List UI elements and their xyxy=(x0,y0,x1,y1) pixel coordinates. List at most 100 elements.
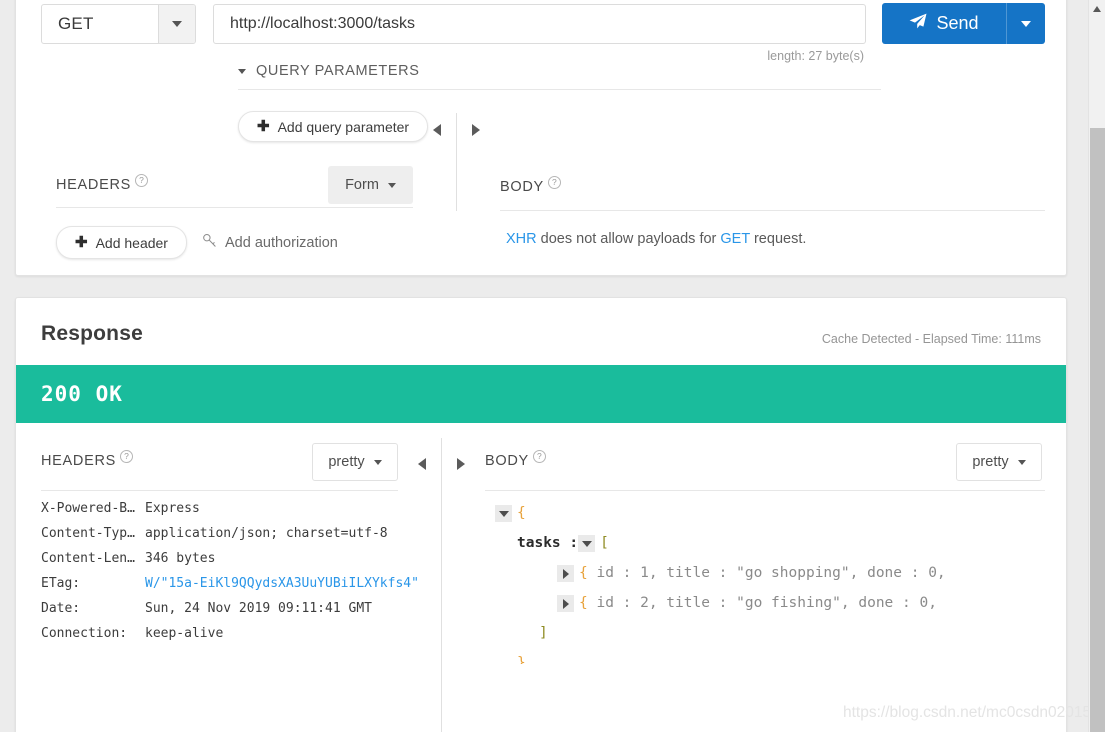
query-parameters-toggle[interactable]: QUERY PARAMETERS xyxy=(238,63,420,79)
response-header-value: Express xyxy=(145,501,200,516)
expand-triangle-icon[interactable] xyxy=(557,564,574,582)
add-authorization-label: Add authorization xyxy=(225,234,338,251)
request-panel-divider xyxy=(456,113,457,211)
json-line: } xyxy=(495,648,1043,664)
response-header-value: Sun, 24 Nov 2019 09:11:41 GMT xyxy=(145,601,372,616)
json-object-preview: id : 1, title : "go shopping", done : 0, xyxy=(587,565,946,581)
collapse-left-arrow-icon[interactable] xyxy=(433,124,441,136)
collapse-left-arrow-icon[interactable] xyxy=(418,458,426,470)
json-text: { id : 1, title : "go shopping", done : … xyxy=(579,558,946,588)
plus-icon: ✚ xyxy=(257,118,270,135)
collapse-right-arrow-icon[interactable] xyxy=(457,458,465,470)
response-panel: Response Cache Detected - Elapsed Time: … xyxy=(15,297,1067,732)
request-headers-divider xyxy=(56,207,413,208)
request-headers-view-mode-label: Form xyxy=(345,177,379,193)
url-input[interactable] xyxy=(213,3,866,44)
json-text: { id : 2, title : "go fishing", done : 0… xyxy=(579,588,937,618)
response-header-row: Content-Len… 346 bytes xyxy=(41,546,423,571)
page-scrollbar[interactable] xyxy=(1088,0,1105,732)
json-line: { id : 2, title : "go fishing", done : 0… xyxy=(495,588,1043,618)
json-brace: { xyxy=(579,595,588,611)
chevron-down-icon xyxy=(387,182,396,188)
send-button[interactable]: Send xyxy=(882,3,1006,44)
add-authorization-button[interactable]: Add authorization xyxy=(202,233,338,252)
collapse-triangle-icon[interactable] xyxy=(578,534,596,552)
help-icon[interactable]: ? xyxy=(532,450,546,463)
response-headers-view-mode-select[interactable]: pretty xyxy=(312,443,398,481)
json-line: { id : 1, title : "go shopping", done : … xyxy=(495,558,1043,588)
url-length-note: length: 27 byte(s) xyxy=(767,49,864,63)
request-headers-label: HEADERS xyxy=(56,177,131,193)
query-parameters-divider xyxy=(238,89,881,90)
help-icon[interactable]: ? xyxy=(135,174,148,187)
collapse-right-arrow-icon[interactable] xyxy=(472,124,480,136)
response-header-value[interactable]: W/"15a-EiKl9QQydsXA3UuYUBiILXYkfs4" xyxy=(145,571,423,596)
request-body-note: XHR does not allow payloads for GET requ… xyxy=(506,231,806,247)
response-body-view-mode-label: pretty xyxy=(972,454,1009,470)
collapse-triangle-icon[interactable] xyxy=(495,504,512,522)
add-header-button[interactable]: ✚ Add header xyxy=(56,226,187,259)
response-header-row: Date: Sun, 24 Nov 2019 09:11:41 GMT xyxy=(41,596,423,621)
json-key: tasks : xyxy=(517,535,579,551)
get-link[interactable]: GET xyxy=(720,231,750,247)
response-header-value: 346 bytes xyxy=(145,551,216,566)
json-text: ] xyxy=(539,625,548,641)
request-body-label: BODY xyxy=(500,179,544,195)
key-icon xyxy=(202,233,217,252)
json-line: tasks : [ xyxy=(495,528,1043,558)
json-object-preview: id : 2, title : "go fishing", done : 0, xyxy=(587,595,937,611)
json-text: [ xyxy=(600,535,609,551)
response-body-title: BODY ? xyxy=(485,450,546,469)
response-header-row: ETag: W/"15a-EiKl9QQydsXA3UuYUBiILXYkfs4" xyxy=(41,571,423,596)
response-body-view-mode-select[interactable]: pretty xyxy=(956,443,1042,481)
response-header-key: Content-Len… xyxy=(41,551,135,566)
response-headers-divider xyxy=(41,490,398,491)
response-body-json-viewer[interactable]: {tasks : [{ id : 1, title : "go shopping… xyxy=(495,498,1043,664)
send-button-group[interactable]: Send xyxy=(882,3,1045,44)
request-body-divider xyxy=(500,210,1045,211)
response-header-key: ETag: xyxy=(41,576,81,591)
response-header-value: application/json; charset=utf-8 xyxy=(145,526,388,541)
response-header-row: Connection: keep-alive xyxy=(41,621,423,646)
response-body-divider xyxy=(485,490,1045,491)
request-headers-title: HEADERS ? xyxy=(56,174,148,193)
response-headers-label: HEADERS xyxy=(41,453,116,469)
chevron-down-icon[interactable] xyxy=(158,4,195,43)
http-method-select[interactable]: GET xyxy=(41,3,196,44)
page-scrollbar-thumb[interactable] xyxy=(1090,128,1105,732)
expand-triangle-icon[interactable] xyxy=(557,594,574,612)
json-line: ] xyxy=(495,618,1043,648)
response-header-key: Connection: xyxy=(41,626,128,641)
response-header-key: X-Powered-B… xyxy=(41,501,135,516)
add-header-label: Add header xyxy=(95,234,168,251)
scroll-up-arrow-icon[interactable] xyxy=(1093,6,1101,12)
response-header-row: Content-Typ… application/json; charset=ut… xyxy=(41,521,423,546)
query-parameters-label: QUERY PARAMETERS xyxy=(256,63,420,79)
help-icon[interactable]: ? xyxy=(120,450,133,463)
json-line: { xyxy=(495,498,1043,528)
plus-icon: ✚ xyxy=(75,234,88,251)
json-brace: { xyxy=(579,565,588,581)
note-suffix: request. xyxy=(749,231,807,247)
request-headers-view-mode-select[interactable]: Form xyxy=(328,166,413,204)
request-panel: GET Send le xyxy=(15,0,1067,276)
response-header-key: Date: xyxy=(41,601,81,616)
json-text: { xyxy=(517,505,526,521)
chevron-down-icon xyxy=(238,68,246,74)
help-icon[interactable]: ? xyxy=(547,176,561,189)
response-headers-list: X-Powered-B… Express Content-Typ… applicati… xyxy=(41,496,423,646)
request-url-row: GET Send xyxy=(41,3,1045,44)
paper-plane-icon xyxy=(909,13,927,34)
http-method-label: GET xyxy=(58,13,94,33)
send-options-chevron-down-icon[interactable] xyxy=(1006,3,1045,44)
note-middle: does not allow payloads for xyxy=(536,231,721,247)
api-client-screen: GET Send le xyxy=(0,0,1105,732)
response-header-key: Content-Typ… xyxy=(41,526,135,541)
response-headers-title: HEADERS ? xyxy=(41,450,133,469)
request-body-title: BODY ? xyxy=(500,176,561,195)
response-header-value: keep-alive xyxy=(145,626,224,641)
add-query-parameter-label: Add query parameter xyxy=(277,118,410,135)
response-title: Response xyxy=(41,322,143,345)
add-query-parameter-button[interactable]: ✚ Add query parameter xyxy=(238,111,429,142)
xhr-link[interactable]: XHR xyxy=(506,231,537,247)
